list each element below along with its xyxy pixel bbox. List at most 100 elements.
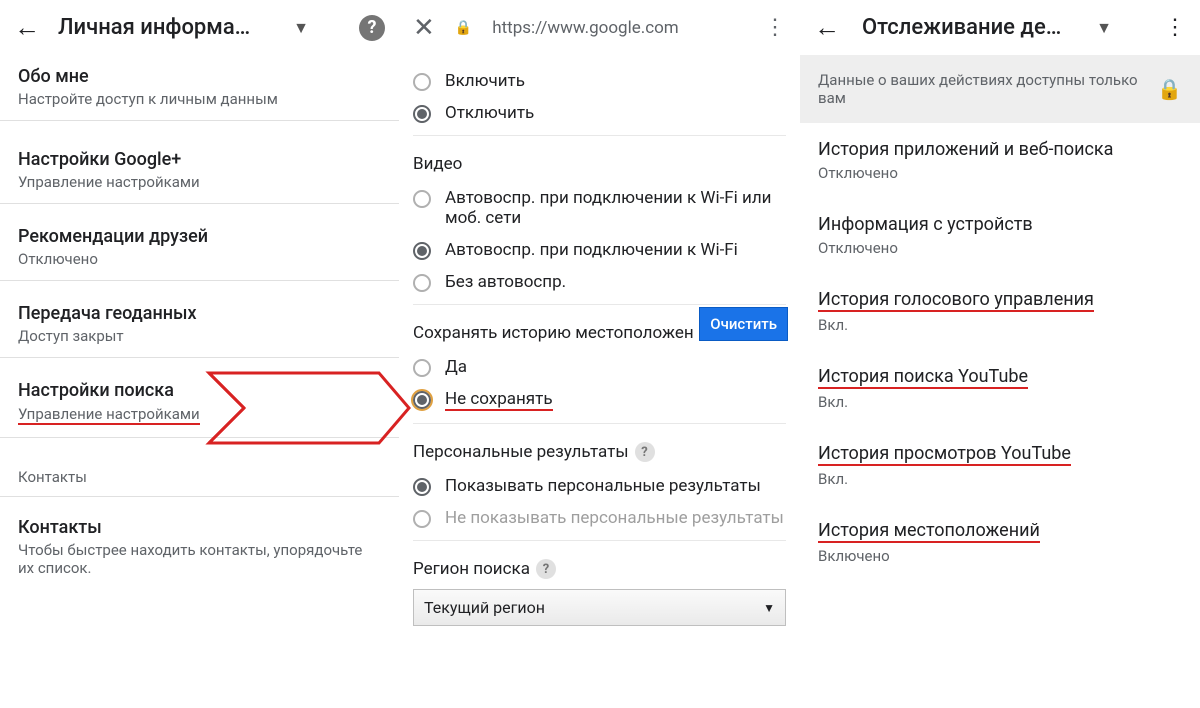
item-location-history[interactable]: История местоположений Включено (800, 504, 1200, 581)
item-title: История местоположений (818, 520, 1040, 543)
item-subtitle: Вкл. (818, 470, 1182, 488)
radio-icon[interactable] (413, 359, 431, 377)
chevron-down-icon[interactable]: ▼ (293, 18, 309, 38)
item-search-settings[interactable]: Настройки поиска Управление настройками (0, 358, 399, 438)
option-label: Не сохранять (445, 389, 553, 411)
option-label: Автовоспр. при подключении к Wi-Fi (445, 240, 738, 260)
section-title: Персональные результаты ? (413, 442, 786, 462)
option-hide-personal[interactable]: Не показывать персональные результаты (413, 502, 786, 534)
item-youtube-watch[interactable]: История просмотров YouTube Вкл. (800, 427, 1200, 504)
option-label: Отключить (445, 103, 534, 123)
option-label: Да (445, 357, 467, 377)
option-label: Включить (445, 71, 525, 91)
activity-list: История приложений и веб-поиска Отключен… (800, 123, 1200, 581)
header: ← Личная информа… ▼ ? (0, 0, 399, 55)
radio-icon[interactable] (413, 190, 431, 208)
radio-icon[interactable] (413, 73, 431, 91)
option-autoplay-wifi-mobile[interactable]: Автовоспр. при подключении к Wi-Fi или м… (413, 182, 786, 234)
clear-button[interactable]: Очистить (699, 307, 788, 341)
item-subtitle: Доступ закрыт (18, 327, 381, 345)
item-title: Контакты (18, 517, 381, 538)
item-title: История голосового управления (818, 289, 1094, 312)
item-about-me[interactable]: Обо мне Настройте доступ к личным данным (0, 55, 399, 121)
item-subtitle: Настройте доступ к личным данным (18, 90, 381, 108)
item-subtitle: Отключено (818, 164, 1182, 182)
option-autoplay-wifi[interactable]: Автовоспр. при подключении к Wi-Fi (413, 234, 786, 266)
settings-body: Включить Отключить Видео Автовоспр. при … (399, 55, 800, 638)
section-title: Видео (413, 154, 786, 174)
item-title: Информация с устройств (818, 214, 1033, 235)
radio-icon[interactable] (413, 478, 431, 496)
panel-browser-settings: ✕ 🔒 https://www.google.com ⋮ Включить От… (399, 0, 800, 708)
region-select[interactable]: Текущий регион ▼ (413, 589, 786, 626)
header: ← Отслеживание де… ▼ ⋮ (800, 0, 1200, 55)
item-geolocation[interactable]: Передача геоданных Доступ закрыт (0, 281, 399, 358)
item-friends-recs[interactable]: Рекомендации друзей Отключено (0, 204, 399, 281)
section-unnamed-top: Включить Отключить (413, 61, 786, 136)
item-contacts[interactable]: Контакты Чтобы быстрее находить контакты… (0, 497, 399, 589)
section-video: Видео Автовоспр. при подключении к Wi-Fi… (413, 136, 786, 305)
select-value: Текущий регион (424, 598, 545, 617)
item-title: Обо мне (18, 66, 381, 87)
url-text[interactable]: https://www.google.com (492, 18, 744, 38)
more-icon[interactable]: ⋮ (1164, 15, 1186, 40)
option-label: Автовоспр. при подключении к Wi-Fi или м… (445, 188, 786, 228)
item-voice-history[interactable]: История голосового управления Вкл. (800, 273, 1200, 350)
section-search-region: Регион поиска ? Текущий регион ▼ (413, 541, 786, 632)
lock-icon: 🔒 (1157, 77, 1182, 101)
item-title: Настройки поиска (18, 380, 381, 401)
option-show-personal[interactable]: Показывать персональные результаты (413, 470, 786, 502)
option-enable[interactable]: Включить (413, 65, 786, 97)
item-subtitle: Включено (818, 547, 1182, 565)
settings-list: Обо мне Настройте доступ к личным данным… (0, 55, 399, 589)
option-label: Без автовоспр. (445, 272, 566, 292)
section-title-text: Персональные результаты (413, 442, 629, 462)
section-title-text: Регион поиска (413, 559, 530, 579)
item-title: История поиска YouTube (818, 366, 1028, 389)
option-save-no[interactable]: Не сохранять (413, 383, 786, 417)
section-title: Регион поиска ? (413, 559, 786, 579)
radio-icon[interactable] (413, 105, 431, 123)
panel-personal-info: ← Личная информа… ▼ ? Обо мне Настройте … (0, 0, 399, 708)
option-save-yes[interactable]: Да (413, 351, 786, 383)
option-disable[interactable]: Отключить (413, 97, 786, 129)
item-device-info[interactable]: Информация с устройств Отключено (800, 198, 1200, 273)
chevron-down-icon: ▼ (763, 601, 775, 615)
radio-icon[interactable] (413, 391, 431, 409)
back-icon[interactable]: ← (14, 12, 40, 43)
section-location-history: Сохранять историю местоположен Очистить … (413, 305, 786, 424)
option-label: Показывать персональные результаты (445, 476, 761, 496)
item-google-plus[interactable]: Настройки Google+ Управление настройками (0, 121, 399, 204)
help-icon[interactable]: ? (359, 15, 385, 41)
radio-icon[interactable] (413, 510, 431, 528)
item-title: Настройки Google+ (18, 149, 381, 170)
help-icon[interactable]: ? (536, 559, 556, 579)
item-title: Рекомендации друзей (18, 226, 381, 247)
radio-icon[interactable] (413, 274, 431, 292)
help-icon[interactable]: ? (635, 442, 655, 462)
item-subtitle: Вкл. (818, 316, 1182, 334)
back-icon[interactable]: ← (814, 12, 840, 43)
item-title: История приложений и веб-поиска (818, 139, 1113, 160)
item-subtitle: Управление настройками (18, 173, 381, 191)
item-title: История просмотров YouTube (818, 443, 1071, 466)
chevron-down-icon[interactable]: ▼ (1096, 18, 1112, 38)
panel-activity-tracking: ← Отслеживание де… ▼ ⋮ Данные о ваших де… (800, 0, 1200, 708)
item-app-web-history[interactable]: История приложений и веб-поиска Отключен… (800, 123, 1200, 198)
radio-icon[interactable] (413, 242, 431, 260)
item-subtitle: Управление настройками (18, 405, 200, 425)
item-subtitle: Отключено (818, 239, 1182, 257)
option-label: Не показывать персональные результаты (445, 508, 784, 528)
item-subtitle: Отключено (18, 250, 381, 268)
close-icon[interactable]: ✕ (413, 13, 435, 43)
page-title: Отслеживание де… (862, 15, 1074, 40)
item-title: Передача геоданных (18, 303, 381, 324)
page-title: Личная информа… (58, 15, 275, 40)
item-youtube-search[interactable]: История поиска YouTube Вкл. (800, 350, 1200, 427)
lock-icon: 🔒 (455, 20, 472, 36)
privacy-notice: Данные о ваших действиях доступны только… (800, 55, 1200, 123)
item-subtitle: Вкл. (818, 393, 1182, 411)
browser-header: ✕ 🔒 https://www.google.com ⋮ (399, 0, 800, 55)
option-no-autoplay[interactable]: Без автовоспр. (413, 266, 786, 298)
more-icon[interactable]: ⋮ (764, 15, 786, 40)
